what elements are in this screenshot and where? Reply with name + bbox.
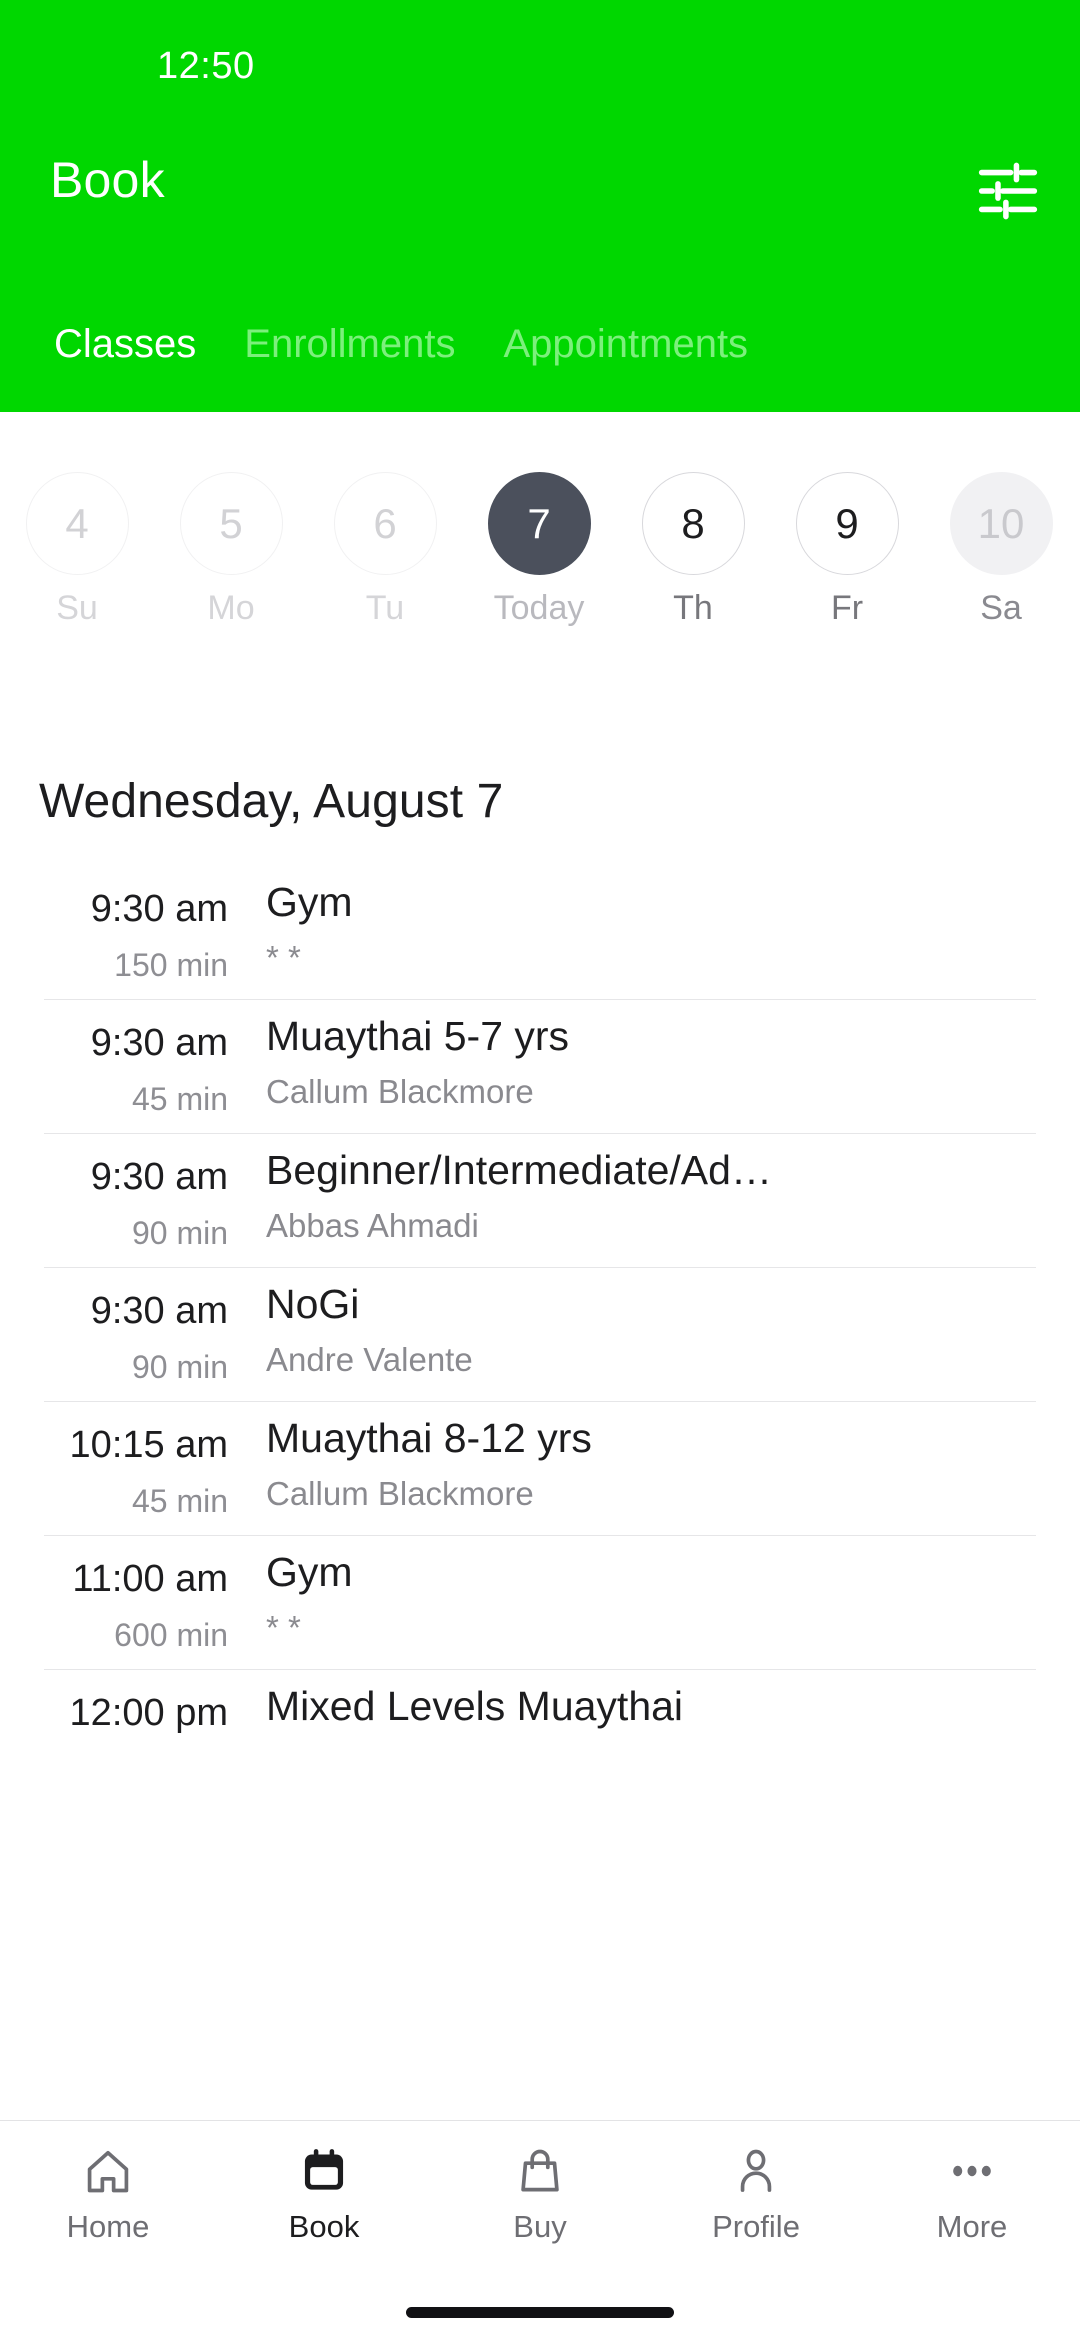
date-number: 5 <box>179 472 283 575</box>
tune-sliders-icon <box>978 162 1038 220</box>
bag-icon <box>512 2143 568 2199</box>
nav-item-more[interactable]: More <box>864 2143 1080 2242</box>
class-duration: 90 min <box>131 1214 228 1251</box>
nav-item-home[interactable]: Home <box>0 2143 216 2242</box>
class-info-block: Gym * * <box>228 1535 1036 1669</box>
date-number: 6 <box>333 472 437 575</box>
date-weekday: Sa <box>980 589 1022 627</box>
date-cell-6[interactable]: 6 Tu <box>308 472 462 625</box>
class-time-block: 10:15 am 45 min <box>0 1401 228 1535</box>
nav-label: Book <box>288 2209 360 2244</box>
class-duration: 600 min <box>114 1616 228 1653</box>
class-time-block: 9:30 am 90 min <box>0 1267 228 1401</box>
home-indicator[interactable] <box>406 2307 674 2318</box>
nav-item-buy[interactable]: Buy <box>432 2143 648 2242</box>
class-row[interactable]: 12:00 pm Mixed Levels Muaythai <box>0 1669 1080 1803</box>
date-cell-10[interactable]: 10 Sa <box>924 472 1078 625</box>
class-duration: 150 min <box>114 946 228 983</box>
class-row[interactable]: 9:30 am 45 min Muaythai 5-7 yrs Callum B… <box>0 999 1080 1133</box>
class-name: NoGi <box>266 1281 360 1327</box>
class-start-time: 9:30 am <box>90 888 228 930</box>
class-duration: 90 min <box>131 1348 228 1385</box>
class-list[interactable]: 9:30 am 150 min Gym * * 9:30 am 45 min M… <box>0 865 1080 2340</box>
class-time-block: 9:30 am 90 min <box>0 1133 228 1267</box>
app-screen: 12:50 Book Classes Enrollments Appointme… <box>0 0 1080 2340</box>
date-weekday: Today <box>493 589 585 627</box>
date-strip[interactable]: 4 Su 5 Mo 6 Tu 7 Today 8 Th 9 Fr 10 Sa <box>0 412 1080 672</box>
class-info-block: Mixed Levels Muaythai <box>228 1669 1036 1803</box>
nav-label: Profile <box>712 2209 800 2244</box>
class-time-block: 9:30 am 45 min <box>0 999 228 1133</box>
status-bar-clock: 12:50 <box>157 45 255 87</box>
class-start-time: 9:30 am <box>90 1290 228 1332</box>
class-instructor: Abbas Ahmadi <box>266 1207 479 1245</box>
class-name: Mixed Levels Muaythai <box>266 1683 684 1729</box>
class-info-block: Gym * * <box>228 865 1036 999</box>
date-weekday: Mo <box>207 589 255 627</box>
class-instructor: * * <box>266 1609 301 1647</box>
date-weekday: Fr <box>830 589 864 627</box>
class-instructor: * * <box>266 939 301 977</box>
date-cell-8[interactable]: 8 Th <box>616 472 770 625</box>
class-start-time: 12:00 pm <box>69 1692 228 1734</box>
calendar-icon <box>296 2143 352 2199</box>
class-start-time: 9:30 am <box>90 1022 228 1064</box>
status-bar: 12:50 <box>0 0 1080 100</box>
tab-appointments[interactable]: Appointments <box>479 320 772 368</box>
date-cell-4[interactable]: 4 Su <box>0 472 154 625</box>
ellipsis-icon <box>944 2143 1000 2199</box>
date-number: 7 <box>487 472 591 575</box>
day-heading: Wednesday, August 7 <box>39 775 504 828</box>
class-info-block: NoGi Andre Valente <box>228 1267 1036 1401</box>
class-start-time: 11:00 am <box>72 1558 228 1600</box>
class-row[interactable]: 11:00 am 600 min Gym * * <box>0 1535 1080 1669</box>
date-weekday: Tu <box>365 589 405 627</box>
class-time-block: 9:30 am 150 min <box>0 865 228 999</box>
nav-label: More <box>936 2209 1008 2244</box>
tab-classes[interactable]: Classes <box>30 320 220 368</box>
date-cell-9[interactable]: 9 Fr <box>770 472 924 625</box>
filter-button[interactable] <box>976 162 1040 220</box>
class-duration: 45 min <box>131 1482 228 1519</box>
nav-label: Home <box>66 2209 150 2244</box>
class-time-block: 12:00 pm <box>0 1669 228 1803</box>
date-weekday: Su <box>56 589 98 627</box>
home-icon <box>80 2143 136 2199</box>
class-time-block: 11:00 am 600 min <box>0 1535 228 1669</box>
nav-label: Buy <box>513 2209 567 2244</box>
class-row[interactable]: 9:30 am 90 min NoGi Andre Valente <box>0 1267 1080 1401</box>
tab-enrollments[interactable]: Enrollments <box>220 320 479 368</box>
class-row[interactable]: 9:30 am 90 min Beginner/Intermediate/Ad…… <box>0 1133 1080 1267</box>
class-duration: 45 min <box>131 1080 228 1117</box>
class-info-block: Muaythai 5-7 yrs Callum Blackmore <box>228 999 1036 1133</box>
class-name: Gym <box>266 1549 353 1595</box>
page-title: Book <box>50 152 165 208</box>
class-name: Gym <box>266 879 353 925</box>
app-header: 12:50 Book Classes Enrollments Appointme… <box>0 0 1080 412</box>
class-start-time: 9:30 am <box>90 1156 228 1198</box>
class-name: Muaythai 8-12 yrs <box>266 1415 592 1461</box>
nav-item-book[interactable]: Book <box>216 2143 432 2242</box>
class-info-block: Beginner/Intermediate/Ad… Abbas Ahmadi <box>228 1133 1036 1267</box>
date-number: 8 <box>641 472 745 575</box>
class-start-time: 10:15 am <box>69 1424 228 1466</box>
class-instructor: Andre Valente <box>266 1341 473 1379</box>
class-instructor: Callum Blackmore <box>266 1073 534 1111</box>
nav-item-profile[interactable]: Profile <box>648 2143 864 2242</box>
class-row[interactable]: 10:15 am 45 min Muaythai 8-12 yrs Callum… <box>0 1401 1080 1535</box>
header-tabs: Classes Enrollments Appointments <box>0 320 1080 390</box>
date-number: 9 <box>795 472 899 575</box>
class-info-block: Muaythai 8-12 yrs Callum Blackmore <box>228 1401 1036 1535</box>
bottom-navigation: Home Book Buy Profile More <box>0 2120 1080 2340</box>
class-row[interactable]: 9:30 am 150 min Gym * * <box>0 865 1080 999</box>
date-number: 4 <box>25 472 129 575</box>
date-weekday: Th <box>673 589 713 627</box>
class-name: Beginner/Intermediate/Ad… <box>266 1147 772 1193</box>
person-icon <box>728 2143 784 2199</box>
date-cell-5[interactable]: 5 Mo <box>154 472 308 625</box>
class-instructor: Callum Blackmore <box>266 1475 534 1513</box>
class-name: Muaythai 5-7 yrs <box>266 1013 570 1059</box>
date-number: 10 <box>949 472 1053 575</box>
date-cell-7-today-selected[interactable]: 7 Today <box>462 472 616 625</box>
